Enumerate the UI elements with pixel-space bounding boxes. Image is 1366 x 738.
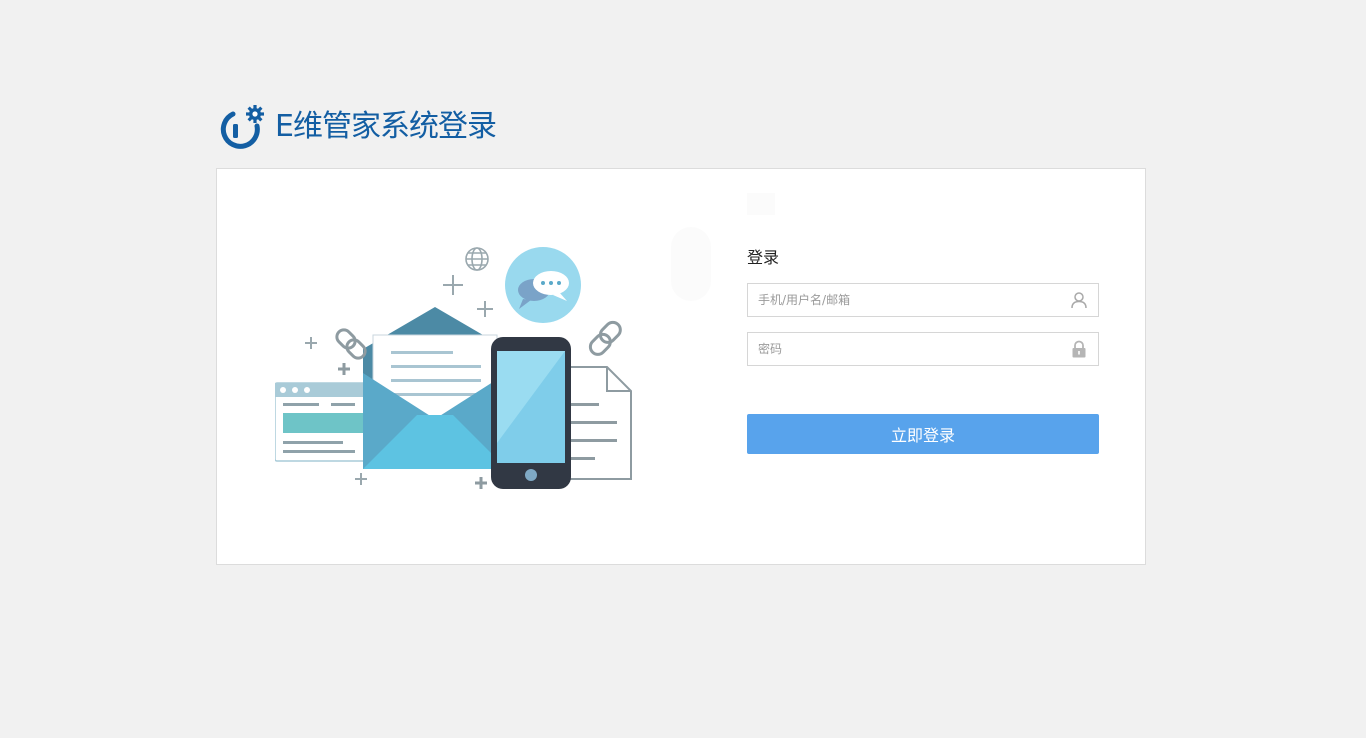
- plus-icon: [338, 363, 350, 375]
- decorative-shape: [747, 193, 775, 215]
- plus-icon: [355, 473, 367, 485]
- page-title: E维管家系统登录: [275, 109, 497, 144]
- user-icon: [1071, 292, 1087, 309]
- document-graphic: [564, 366, 632, 480]
- lock-icon: [1072, 340, 1086, 358]
- login-page: E维管家系统登录 登录 手机/用户名/邮箱 立即登录: [0, 0, 1366, 738]
- plus-icon: [475, 477, 487, 489]
- login-heading: 登录: [747, 248, 780, 267]
- brand-header: E维管家系统登录: [218, 104, 497, 150]
- link-icon: [588, 320, 622, 356]
- link-icon: [335, 328, 367, 360]
- login-form: 登录 立即登录: [747, 247, 1099, 454]
- password-input[interactable]: [748, 333, 1068, 365]
- globe-icon: [465, 247, 489, 271]
- login-button[interactable]: 立即登录: [747, 414, 1099, 454]
- envelope-graphic: [363, 307, 507, 469]
- mail-phone-illustration: [275, 247, 632, 489]
- decorative-shape: [671, 227, 711, 301]
- login-card: 登录 立即登录: [216, 168, 1146, 565]
- smartphone-graphic: [491, 337, 571, 489]
- username-field: [747, 283, 1099, 317]
- username-input[interactable]: [748, 284, 1068, 316]
- plus-icon: [443, 275, 463, 295]
- browser-window-graphic: [275, 382, 370, 462]
- chat-bubble-graphic: [505, 247, 581, 323]
- password-field: [747, 332, 1099, 366]
- plus-icon: [477, 301, 493, 317]
- power-gear-icon: [220, 105, 264, 149]
- plus-icon: [305, 337, 317, 349]
